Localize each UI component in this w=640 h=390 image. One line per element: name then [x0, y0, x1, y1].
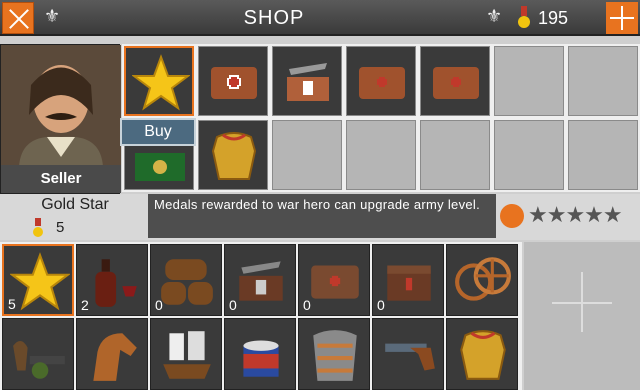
- medal-icon: [518, 6, 530, 28]
- inventory-slot[interactable]: [446, 318, 518, 390]
- inventory-slot[interactable]: [372, 318, 444, 390]
- pistol-icon: [385, 343, 435, 371]
- shop-slot-empty[interactable]: [420, 120, 490, 190]
- gold-counter: 195: [514, 2, 606, 34]
- medkit-bag-icon: [433, 67, 479, 99]
- medal-icon: [33, 218, 43, 237]
- rating-stars: ★★★★★: [528, 202, 623, 227]
- add-gold-button[interactable]: [606, 2, 638, 34]
- shop-slot-medkit-2[interactable]: [346, 46, 416, 116]
- gold-amount: 195: [538, 8, 569, 28]
- cuirass-icon: [460, 330, 506, 380]
- slot-quantity: 0: [155, 297, 163, 313]
- drum-icon: [243, 340, 279, 377]
- gold-star-icon: [132, 54, 190, 111]
- fleur-icon: ⚜: [486, 6, 503, 26]
- shop-slot-empty[interactable]: [568, 120, 638, 190]
- shop-slot-gold-star[interactable]: [124, 46, 194, 116]
- inventory-slot[interactable]: [76, 318, 148, 390]
- slot-quantity: 5: [8, 296, 16, 312]
- item-info-panel: Gold Star 5 Medals rewarded to war hero …: [0, 194, 640, 240]
- medkit-bag-icon: [211, 67, 257, 99]
- pickaxe-box-icon: [239, 261, 283, 301]
- scale-icon: [500, 204, 524, 228]
- seller-portrait: Seller: [0, 44, 121, 194]
- inventory-slot[interactable]: [2, 318, 74, 390]
- inventory-slot[interactable]: 0: [150, 244, 222, 316]
- shop-slot-empty[interactable]: [568, 46, 638, 116]
- wine-bottle-icon: [95, 259, 137, 307]
- slot-quantity: 0: [229, 297, 237, 313]
- item-count: 5: [56, 219, 65, 236]
- seller-label: Seller: [1, 165, 121, 193]
- shop-grid: [122, 44, 640, 192]
- ship-icon: [163, 331, 211, 379]
- inventory-grid: 5 2 0 0 0 0: [0, 242, 522, 390]
- shop-slot-medkit-3[interactable]: [420, 46, 490, 116]
- medicine-chest-icon: [387, 265, 431, 301]
- shop-slot-empty[interactable]: [346, 120, 416, 190]
- buy-button[interactable]: Buy: [120, 118, 196, 146]
- shop-slot-empty[interactable]: [494, 46, 564, 116]
- inventory-slot[interactable]: [224, 318, 296, 390]
- inventory-slot[interactable]: [446, 244, 518, 316]
- inventory-slot[interactable]: 0: [372, 244, 444, 316]
- cuirass-icon: [211, 132, 257, 180]
- shop-slot-cuirass[interactable]: [198, 120, 268, 190]
- inventory-slot[interactable]: 0: [224, 244, 296, 316]
- inventory-slot[interactable]: 5: [2, 244, 74, 316]
- shop-slot-pickaxe[interactable]: [272, 46, 342, 116]
- pickaxe-box-icon: [287, 63, 329, 101]
- shop-slot-empty[interactable]: [272, 120, 342, 190]
- seller-avatar: [1, 45, 121, 167]
- shop-slot-medkit[interactable]: [198, 46, 268, 116]
- item-name: Gold Star: [41, 196, 109, 213]
- medkit-bag-icon: [311, 265, 359, 299]
- medkit-bag-icon: [359, 67, 405, 99]
- gold-star-icon: [10, 252, 70, 311]
- slot-quantity: 0: [377, 297, 385, 313]
- page-title: SHOP: [243, 7, 305, 29]
- top-bar: ⚜ SHOP ⚜ 195: [0, 0, 640, 36]
- barrels-icon: [161, 259, 213, 305]
- shop-slot-empty[interactable]: [494, 120, 564, 190]
- inventory-slot[interactable]: [298, 318, 370, 390]
- inventory-slot[interactable]: 0: [298, 244, 370, 316]
- armor-plates-icon: [313, 330, 357, 381]
- inventory-slot[interactable]: 2: [76, 244, 148, 316]
- slot-quantity: 0: [303, 297, 311, 313]
- slot-quantity: 2: [81, 297, 89, 313]
- inventory-slot[interactable]: [150, 318, 222, 390]
- wheels-icon: [455, 257, 511, 301]
- item-description: Medals rewarded to war hero can upgrade …: [148, 194, 496, 238]
- add-inventory-slot-button[interactable]: [524, 242, 640, 390]
- horse-icon: [93, 333, 137, 381]
- cannon-horse-icon: [13, 340, 65, 379]
